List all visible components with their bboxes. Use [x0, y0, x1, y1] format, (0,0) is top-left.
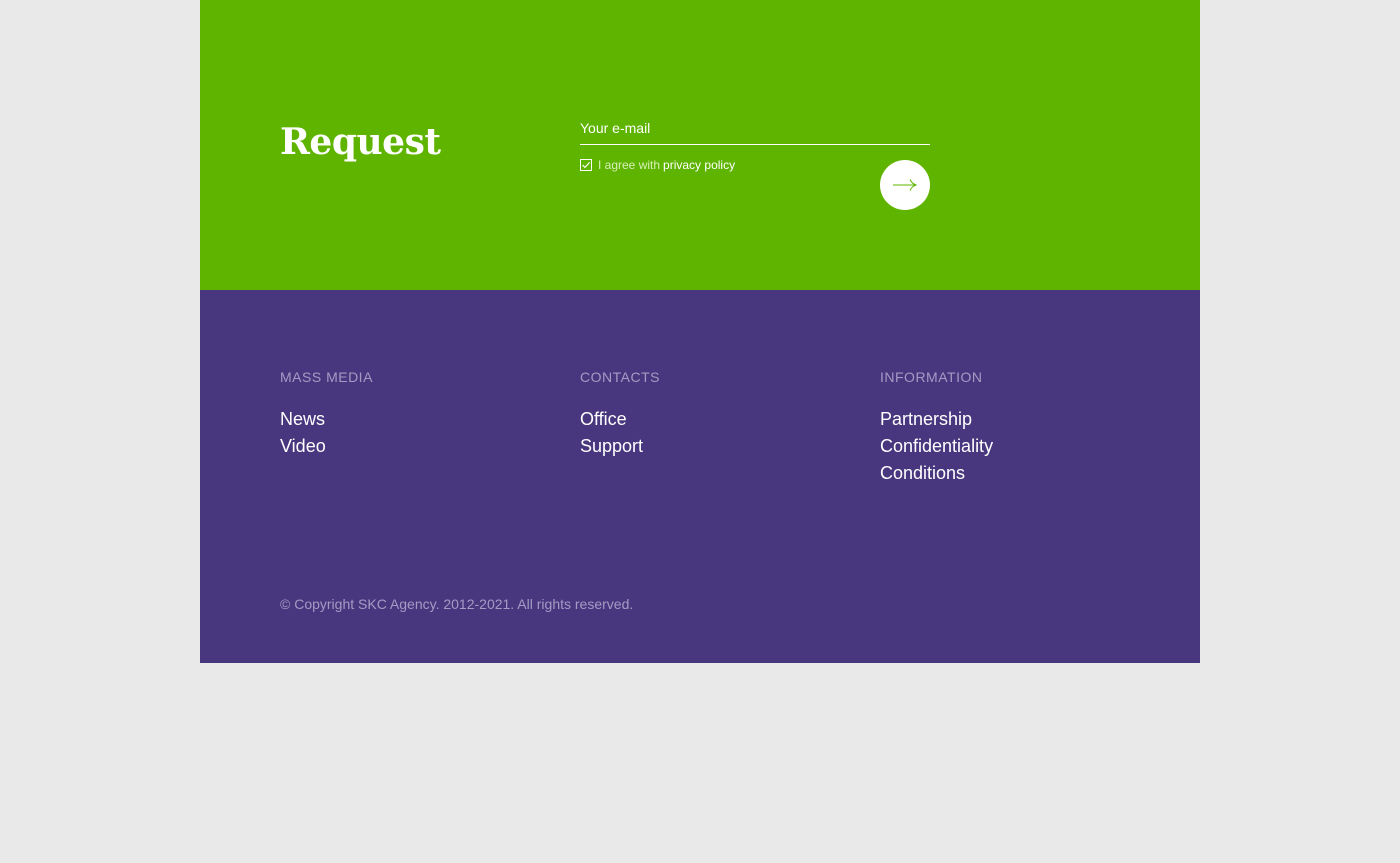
footer-link-list: Office Support	[580, 406, 840, 460]
email-input[interactable]	[580, 114, 930, 142]
footer-link-list: Partnership Confidentiality Conditions	[880, 406, 1140, 487]
agree-text: I agree with	[598, 158, 661, 172]
footer-link-support[interactable]: Support	[580, 436, 643, 456]
submit-button[interactable]	[880, 160, 930, 210]
footer-link-list: News Video	[280, 406, 540, 460]
footer-link-confidentiality[interactable]: Confidentiality	[880, 436, 993, 456]
footer-link-conditions[interactable]: Conditions	[880, 463, 965, 483]
request-section: Request I agree with privacy policy	[200, 0, 1200, 290]
footer-link-partnership[interactable]: Partnership	[880, 409, 972, 429]
page: Request I agree with privacy policy MASS…	[200, 0, 1200, 663]
privacy-agreement: I agree with privacy policy	[580, 156, 735, 174]
footer-link-news[interactable]: News	[280, 409, 325, 429]
copyright-text: © Copyright SKC Agency. 2012-2021. All r…	[280, 596, 634, 612]
request-title: Request	[280, 121, 441, 163]
email-field-wrapper	[580, 114, 930, 145]
privacy-policy-link[interactable]: privacy policy	[663, 158, 735, 172]
footer-column-contacts: CONTACTS Office Support	[580, 368, 840, 460]
footer-column-mass-media: MASS MEDIA News Video	[280, 368, 540, 460]
footer-column-heading: MASS MEDIA	[280, 369, 373, 385]
agree-checkbox[interactable]	[580, 159, 592, 171]
checkbox-checked-icon	[580, 159, 592, 171]
footer-link-video[interactable]: Video	[280, 436, 326, 456]
footer-link-office[interactable]: Office	[580, 409, 627, 429]
arrow-right-icon	[893, 179, 917, 191]
footer: MASS MEDIA News Video CONTACTS Office Su…	[200, 290, 1200, 663]
footer-column-information: INFORMATION Partnership Confidentiality …	[880, 368, 1140, 487]
footer-column-heading: CONTACTS	[580, 369, 660, 385]
footer-column-heading: INFORMATION	[880, 369, 983, 385]
